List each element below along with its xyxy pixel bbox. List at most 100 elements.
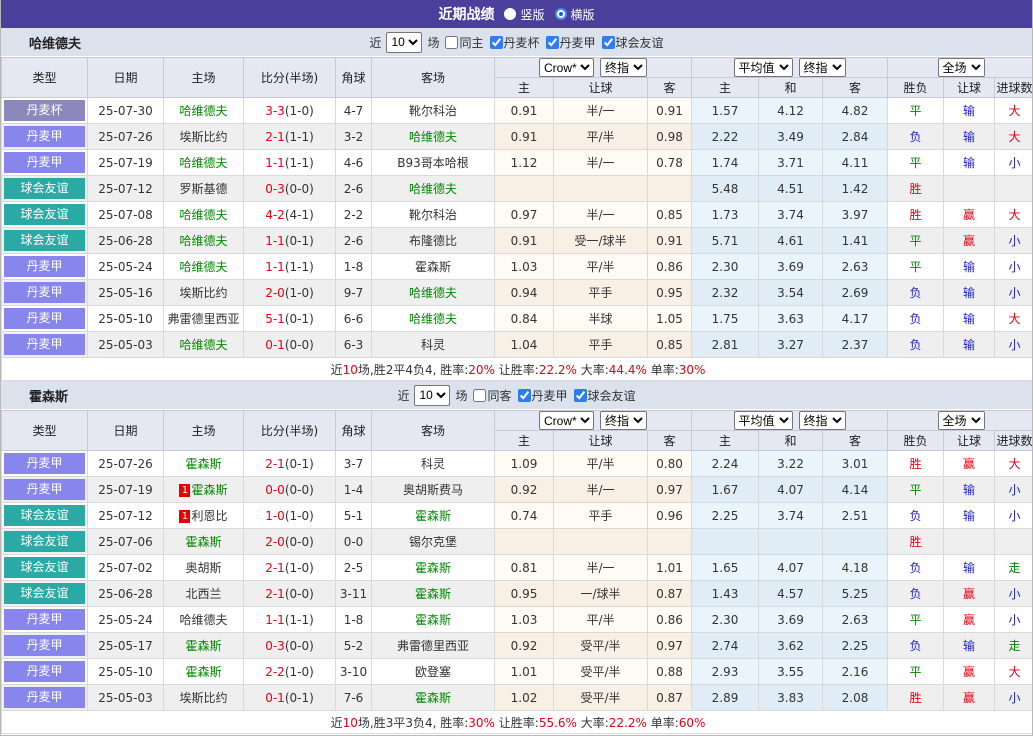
- away-team-cell: 欧登塞: [371, 658, 495, 685]
- asian-odds-cell: [553, 175, 648, 202]
- fulltime-score: 1-1: [265, 612, 285, 627]
- competition-checkbox[interactable]: [601, 35, 615, 49]
- match-date-cell: 25-07-26: [87, 123, 164, 150]
- euro-odds-cell: 5.71: [691, 227, 760, 254]
- result-cell: 负: [887, 279, 945, 306]
- summary-segment: 10: [342, 715, 358, 730]
- column-header: 类型: [1, 57, 88, 98]
- column-header: 主场: [163, 57, 244, 98]
- fulltime-score: 2-0: [265, 285, 285, 300]
- asian-odds-cell: 平手: [553, 331, 648, 358]
- odds-stage-select[interactable]: 终指: [600, 411, 647, 430]
- summary-row: 近10场,胜2平4负4, 胜率:20% 让胜率:22.2% 大率:44.4% 单…: [1, 357, 1032, 381]
- competition-checkbox[interactable]: [517, 388, 531, 402]
- result-cell: 输: [943, 253, 996, 280]
- near-label: 近: [369, 35, 382, 50]
- competition-type-badge: 球会友谊: [4, 531, 85, 552]
- halftime-score: (1-0): [284, 508, 314, 523]
- result-cell: 大: [994, 97, 1032, 124]
- result-cell: 小: [994, 606, 1032, 633]
- away-team-cell: 哈维德夫: [371, 279, 495, 306]
- asian-sub-header: 客: [646, 77, 693, 98]
- match-date-cell: 25-07-02: [87, 554, 164, 581]
- odds-stage-select[interactable]: 终指: [600, 58, 647, 77]
- summary-segment: 让胜率:: [494, 362, 539, 377]
- competition-type-badge: 球会友谊: [4, 505, 85, 526]
- fulltime-score: 2-1: [265, 586, 285, 601]
- competition-option[interactable]: 丹麦甲: [542, 34, 596, 51]
- euro-odds-cell: 1.75: [691, 305, 760, 332]
- competition-checkbox[interactable]: [545, 35, 559, 49]
- euro-stage-select[interactable]: 终指: [798, 58, 846, 77]
- radio-horizontal-label: 横版: [570, 7, 595, 22]
- match-date-cell: 25-05-03: [87, 684, 164, 711]
- result-cell: 小: [994, 227, 1032, 254]
- asian-odds-cell: 0.95: [646, 279, 693, 306]
- euro-stage-select[interactable]: 终指: [798, 411, 846, 430]
- result-cell: [943, 528, 996, 555]
- euro-source-select[interactable]: 平均值: [733, 411, 793, 430]
- result-cell: 负: [887, 502, 945, 529]
- asian-odds-cell: 0.97: [646, 632, 693, 659]
- result-cell: 输: [943, 476, 996, 503]
- near-games-select[interactable]: 10: [386, 31, 423, 53]
- radio-selected-icon: [554, 8, 567, 20]
- away-team-cell: 弗雷德里西亚: [371, 632, 495, 659]
- same-venue-checkbox[interactable]: [473, 388, 487, 402]
- halftime-score: (0-0): [284, 638, 314, 653]
- match-row: 球会友谊 25-07-12 1 利恩比 1-0(1-0) 5-1 霍森斯 0.74 平手 0.96…: [1, 502, 1032, 529]
- competition-option[interactable]: 球会友谊: [598, 34, 664, 51]
- competition-checkbox[interactable]: [489, 35, 503, 49]
- competition-label: 球会友谊: [587, 388, 636, 403]
- competition-option[interactable]: 丹麦甲: [514, 387, 568, 404]
- away-team-cell: 霍森斯: [371, 554, 495, 581]
- euro-sub-header: 和: [758, 77, 824, 98]
- asian-odds-cell: 0.85: [646, 201, 693, 228]
- home-team-cell: 哈维德夫: [163, 331, 244, 358]
- layout-radio-vertical[interactable]: 竖版: [504, 6, 545, 23]
- euro-odds-cell: 2.84: [822, 123, 889, 150]
- same-venue-option[interactable]: 同主: [441, 34, 484, 51]
- layout-radio-horizontal[interactable]: 横版: [554, 6, 595, 23]
- home-team-cell: 霍森斯: [163, 658, 244, 685]
- match-row: 丹麦杯 25-07-30 哈维德夫 3-3(1-0) 4-7 靴尔科治 0.91 半/一 0.9…: [1, 97, 1032, 124]
- competition-option[interactable]: 丹麦杯: [486, 34, 540, 51]
- score-cell: 1-0(1-0): [243, 502, 336, 529]
- asian-odds-group-header: Crow* 终指: [493, 57, 693, 78]
- period-select[interactable]: 全场: [937, 411, 985, 430]
- away-team-cell: 科灵: [371, 450, 495, 477]
- competition-option[interactable]: 球会友谊: [570, 387, 636, 404]
- match-row: 球会友谊 25-07-08 哈维德夫 4-2(4-1) 2-2 靴尔科治 0.97 半/一 0.…: [1, 201, 1032, 228]
- home-team-name: 霍森斯: [185, 457, 222, 471]
- column-header: 类型: [1, 410, 88, 451]
- period-select[interactable]: 全场: [937, 58, 985, 77]
- page-title: 近期战绩: [438, 7, 495, 23]
- competition-checkbox[interactable]: [573, 388, 587, 402]
- summary-segment: 60%: [678, 715, 706, 730]
- team-name: 霍森斯: [29, 389, 69, 405]
- result-cell: 走: [994, 632, 1032, 659]
- competition-label: 球会友谊: [615, 35, 664, 50]
- score-cell: 1-1(1-1): [243, 149, 336, 176]
- asian-sub-header: 主: [494, 430, 554, 451]
- result-cell: 小: [994, 476, 1032, 503]
- bookmaker-select[interactable]: Crow*: [539, 58, 594, 77]
- corner-cell: 5-2: [335, 632, 372, 659]
- fulltime-score: 2-0: [265, 534, 285, 549]
- euro-odds-group-header: 平均值 终指: [691, 410, 889, 431]
- corner-cell: 9-7: [335, 279, 372, 306]
- match-date-cell: 25-07-08: [87, 201, 164, 228]
- euro-odds-cell: 3.49: [758, 123, 824, 150]
- near-games-select[interactable]: 10: [414, 384, 451, 406]
- away-team-name: 靴尔科治: [408, 104, 457, 118]
- halftime-score: (1-0): [284, 103, 314, 118]
- summary-segment: 胜率:: [440, 715, 469, 730]
- same-venue-option[interactable]: 同客: [469, 387, 512, 404]
- away-team-name: 弗雷德里西亚: [396, 639, 469, 653]
- euro-source-select[interactable]: 平均值: [733, 58, 793, 77]
- corner-cell: 2-6: [335, 227, 372, 254]
- same-venue-checkbox[interactable]: [445, 35, 459, 49]
- bookmaker-select[interactable]: Crow*: [539, 411, 594, 430]
- score-cell: 2-0(0-0): [243, 528, 336, 555]
- euro-odds-cell: 1.41: [822, 227, 889, 254]
